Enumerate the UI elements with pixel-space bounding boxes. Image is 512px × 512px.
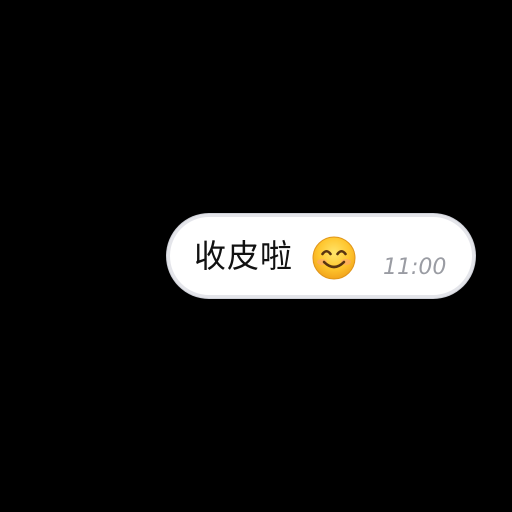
message-timestamp: 11:00 [383,255,447,280]
message-text: 收皮啦 [194,237,294,275]
smiling-face-icon [311,235,357,281]
message-bubble[interactable]: 收皮啦 11:00 [167,214,475,298]
chat-canvas: 收皮啦 11:00 [0,0,512,512]
